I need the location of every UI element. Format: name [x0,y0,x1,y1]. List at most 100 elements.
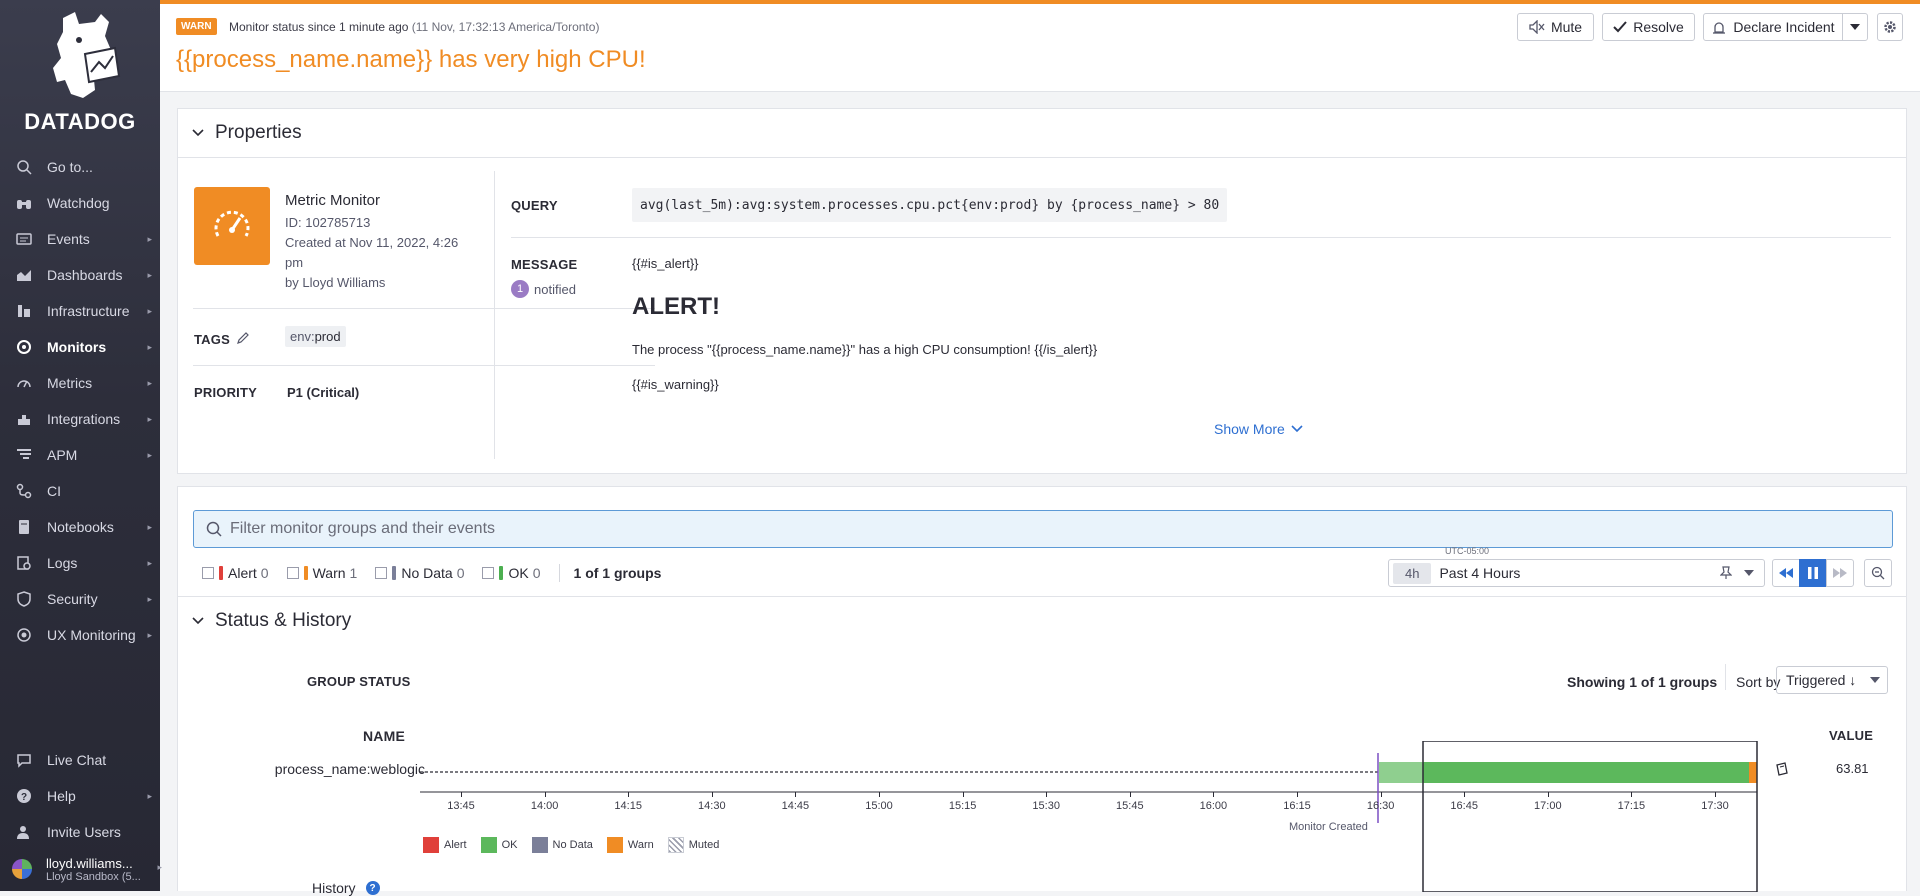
sidebar-item-security[interactable]: Security ▸ [0,581,160,617]
sidebar-item-label: UX Monitoring [47,627,136,643]
datadog-logo[interactable]: DATADOG [0,10,160,135]
checkbox[interactable] [202,567,214,579]
pin-icon[interactable] [1720,566,1732,580]
checkbox[interactable] [375,567,388,579]
notebook-icon[interactable] [1775,762,1789,776]
sidebar-item-logs[interactable]: Logs ▸ [0,545,160,581]
sidebar-item-ux-monitoring[interactable]: UX Monitoring ▸ [0,617,160,653]
tick-mark [879,792,880,797]
alert-filter[interactable]: Alert 0 [202,565,269,581]
sidebar-item-dashboards[interactable]: Dashboards ▸ [0,257,160,293]
legend-swatch [667,837,684,853]
user-menu[interactable]: lloyd.williams... Lloyd Sandbox (5... ▸ [12,852,162,886]
notified-indicator[interactable]: 1 notified [511,280,576,298]
settings-button[interactable] [1877,13,1903,41]
properties-toggle[interactable]: Properties [190,122,302,144]
avatar [12,859,32,879]
security-icon [16,591,32,607]
tick-mark [1547,792,1549,797]
apm-icon [16,447,32,463]
caret-down-icon[interactable] [1744,570,1754,576]
sidebar-item-monitors[interactable]: Monitors ▸ [0,329,160,365]
tick-label: 15:00 [865,800,893,812]
sidebar-item-help[interactable]: ? Help ▸ [0,778,160,814]
warn-filter[interactable]: Warn 1 [286,565,357,581]
status-filters: Alert 0 Warn 1 No Data 0 OK 0 1 of 1 groups [202,559,661,587]
pause-button[interactable] [1799,559,1827,587]
tick-label: 14:30 [698,800,726,812]
divider [1725,664,1726,690]
metric-monitor-icon [194,187,270,265]
time-range-picker[interactable]: 4h Past 4 Hours [1388,559,1765,587]
sidebar-item-label: Invite Users [47,824,121,840]
tag-key: env: [290,329,315,344]
sidebar-item-label: Events [47,231,90,247]
edit-pencil-icon[interactable] [236,331,250,345]
sidebar-item-label: Help [47,788,76,804]
sidebar-item-live-chat[interactable]: Live Chat [0,742,160,778]
status-timeline[interactable] [420,741,1810,892]
sidebar-item-invite-users[interactable]: Invite Users [0,814,160,850]
group-name[interactable]: process_name:weblogic [245,761,425,777]
chevron-right-icon: ▸ [147,790,152,801]
sort-select[interactable]: Triggered ↓ [1776,666,1888,694]
sort-value: Triggered ↓ [1786,672,1857,688]
rewind-button[interactable] [1772,559,1800,587]
tick-mark [795,792,797,797]
filter-input[interactable] [230,520,1830,538]
sidebar-item-metrics[interactable]: Metrics ▸ [0,365,160,401]
tick-label: 13:45 [447,800,475,812]
dashboards-icon [16,267,32,283]
sidebar-item-notebooks[interactable]: Notebooks ▸ [0,509,160,545]
chevron-right-icon: ▸ [147,413,152,424]
mute-label: Mute [1550,19,1583,35]
sidebar-item-apm[interactable]: APM ▸ [0,437,160,473]
group-status-label: GROUP STATUS [307,674,411,689]
zoom-out-button[interactable] [1864,559,1892,587]
tick-mark [1464,792,1466,797]
filter-bar[interactable] [193,510,1893,548]
mute-button[interactable]: Mute [1517,13,1594,41]
sort-by-label: Sort by [1736,674,1781,690]
declare-incident-button[interactable]: Declare Incident [1703,13,1843,41]
priority-value: P1 (Critical) [287,385,360,400]
show-more-link[interactable]: Show More [1214,421,1303,437]
status-history-toggle[interactable]: Status & History [190,610,351,632]
sidebar-item-infrastructure[interactable]: Infrastructure ▸ [0,293,160,329]
monitors-icon [16,339,32,355]
sidebar-item-integrations[interactable]: Integrations ▸ [0,401,160,437]
help-icon[interactable]: ? [365,881,380,895]
search-icon [16,159,32,175]
sidebar-item-ci[interactable]: CI [0,473,160,509]
resolve-button[interactable]: Resolve [1602,13,1695,41]
checkbox[interactable] [482,567,495,579]
monitor-type: Metric Monitor [285,192,381,209]
tick-mark [461,792,462,797]
fast-forward-button[interactable] [1826,559,1854,587]
alert-color-bar [219,566,223,580]
chevron-right-icon: ▸ [147,557,152,568]
sidebar-item-goto[interactable]: Go to... [0,149,160,185]
metrics-icon [16,375,32,391]
tag-chip[interactable]: env:prod [285,326,346,347]
legend-warn: Warn [606,837,654,853]
gear-icon [1884,21,1896,33]
org-name: Lloyd Sandbox (5... [46,870,141,883]
monitor-id: ID: 102785713 [285,215,371,230]
notified-count: 1 [511,280,529,298]
events-icon [16,231,32,247]
declare-incident-dropdown[interactable] [1842,13,1868,41]
ok-filter[interactable]: OK 0 [482,565,541,581]
sidebar-item-events[interactable]: Events ▸ [0,221,160,257]
message-line: The process "{{process_name.name}}" has … [632,342,1098,357]
value-column-header: VALUE [1829,728,1874,743]
tick-label: 17:30 [1701,800,1729,812]
groups-summary: 1 of 1 groups [573,565,662,581]
tick-mark [544,792,546,797]
no-data-filter[interactable]: No Data 0 [375,565,464,581]
filter-label: No Data [401,565,453,581]
sidebar-item-watchdog[interactable]: Watchdog [0,185,160,221]
checkbox[interactable] [286,567,299,579]
legend-swatch [423,837,439,853]
divider [558,564,560,582]
